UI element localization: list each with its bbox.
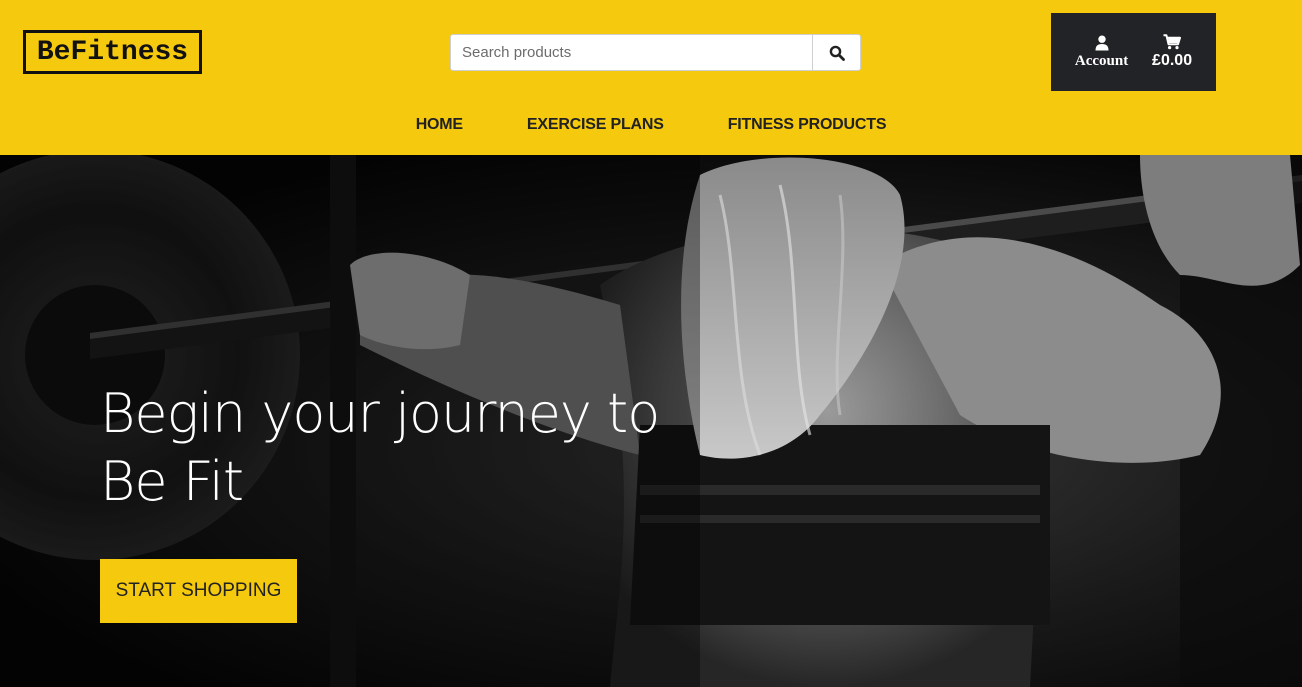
- main-nav: HOME EXERCISE PLANS FITNESS PRODUCTS: [0, 116, 1302, 134]
- hero-title: Begin your journey to Be Fit: [100, 380, 660, 516]
- hero-title-line1: Begin your journey to: [100, 382, 660, 445]
- cart-link[interactable]: £0.00: [1152, 34, 1192, 70]
- search-button[interactable]: [812, 34, 861, 71]
- nav-item-exercise-plans[interactable]: EXERCISE PLANS: [495, 116, 696, 134]
- cart-icon: [1163, 34, 1182, 50]
- account-label: Account: [1074, 52, 1129, 69]
- cart-total: £0.00: [1152, 52, 1193, 69]
- hero-title-line2: Be Fit: [100, 450, 244, 513]
- start-shopping-button[interactable]: START SHOPPING: [100, 559, 297, 623]
- search-icon: [829, 45, 845, 61]
- nav-item-home[interactable]: HOME: [384, 116, 495, 134]
- account-cart-panel: Account £0.00: [1051, 13, 1216, 91]
- hero-section: Begin your journey to Be Fit START SHOPPI…: [0, 155, 1302, 687]
- user-icon: [1095, 35, 1109, 50]
- search-form: [450, 34, 861, 71]
- nav-item-fitness-products[interactable]: FITNESS PRODUCTS: [696, 116, 919, 134]
- search-input[interactable]: [450, 34, 812, 71]
- account-link[interactable]: Account: [1075, 35, 1128, 70]
- logo-link[interactable]: BeFitness: [23, 30, 202, 74]
- site-header: BeFitness Account £0.00: [0, 0, 1302, 155]
